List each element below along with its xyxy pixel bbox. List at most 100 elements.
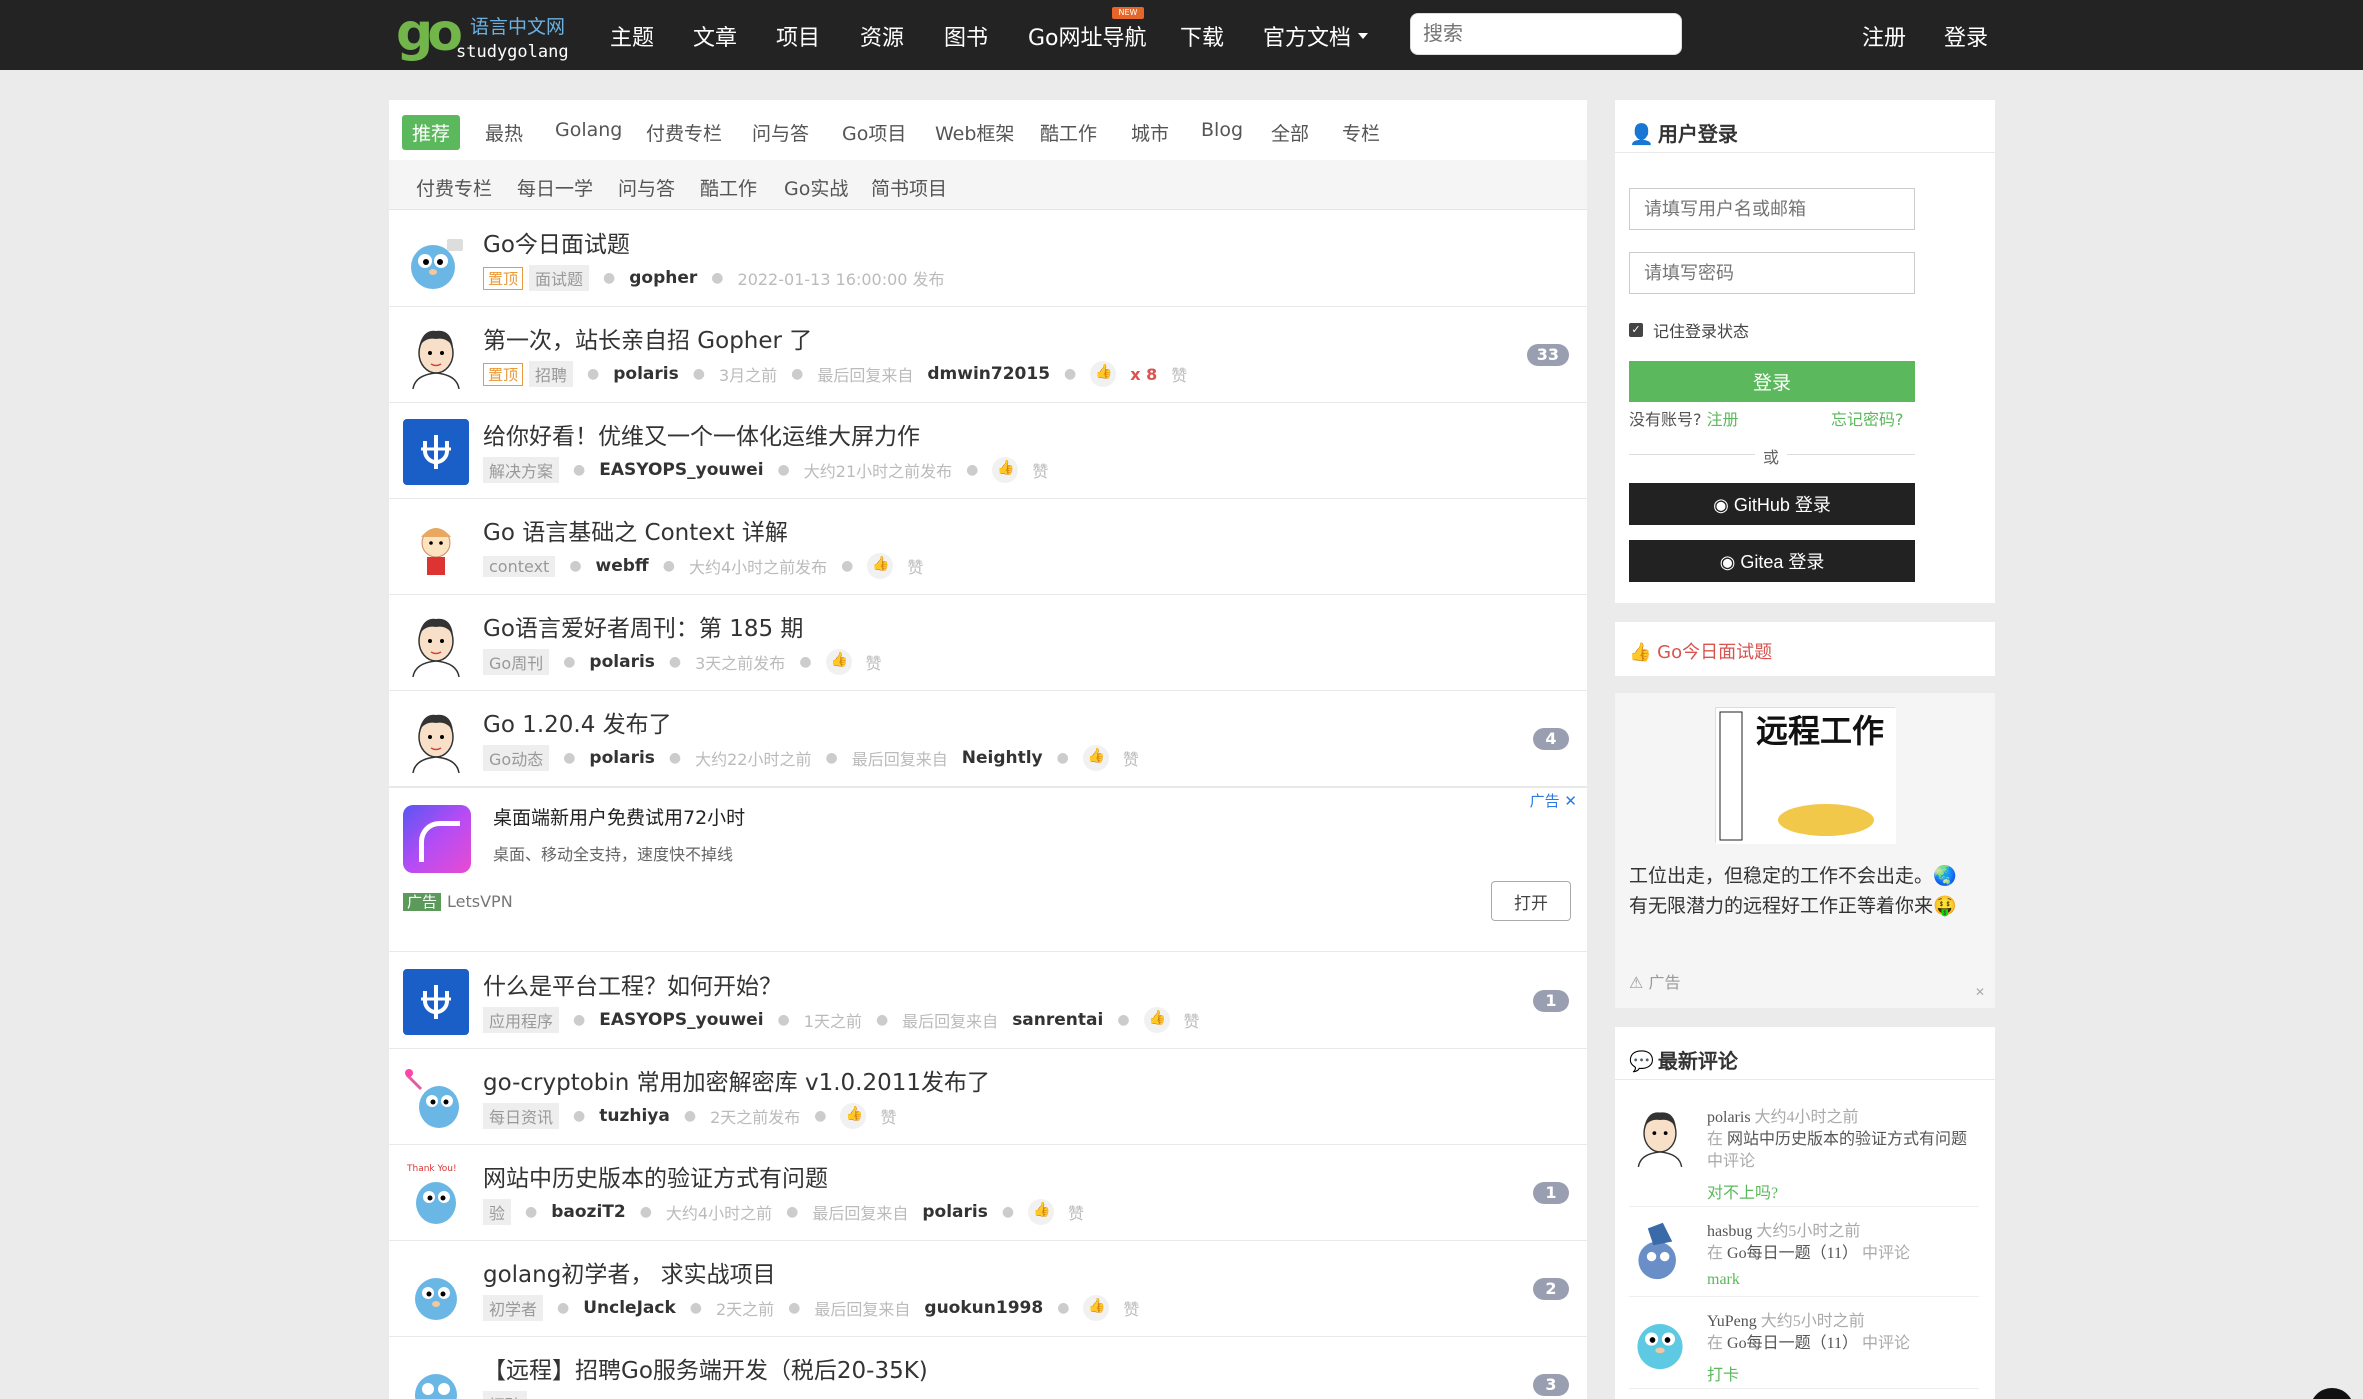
topic-author[interactable]: polaris — [589, 652, 654, 672]
topic-author[interactable]: UncleJack — [583, 1298, 676, 1318]
topic-tag[interactable]: 每日资讯 — [483, 1103, 560, 1129]
inline-ad[interactable]: 桌面端新用户免费试用72小时 桌面、移动全支持，速度快不掉线 广告 LetsVPN… — [389, 787, 1587, 952]
thumbs-up-icon[interactable] — [1090, 361, 1117, 387]
thumbs-up-icon[interactable] — [867, 553, 894, 579]
username-field[interactable] — [1629, 188, 1915, 230]
tab-all[interactable]: 全部 — [1271, 119, 1309, 146]
topic-title[interactable]: Go今日面试题 — [483, 225, 630, 259]
topic-author[interactable]: EASYOPS_youwei — [599, 1010, 763, 1030]
subtab-daily[interactable]: 每日一学 — [517, 174, 593, 201]
topic-row[interactable]: golang初学者， 求实战项目 初学者 ● UncleJack ● 2天之前 … — [389, 1241, 1587, 1337]
thumbs-up-icon[interactable] — [1143, 1007, 1170, 1033]
easyops-icon[interactable] — [403, 969, 469, 1035]
last-reply-user[interactable]: Neightly — [962, 748, 1043, 768]
forgot-password-link[interactable]: 忘记密码? — [1831, 406, 1904, 430]
nav-go-links[interactable]: Go网址导航 — [1028, 20, 1147, 52]
topic-author[interactable]: baoziT2 — [551, 1202, 625, 1222]
topic-row[interactable]: 给你好看！优维又一个一体化运维大屏力作 解决方案 ● EASYOPS_youwe… — [389, 403, 1587, 499]
comment-topic-link[interactable]: Go每日一题（11） — [1727, 1335, 1858, 1352]
nav-books[interactable]: 图书 — [944, 20, 988, 52]
tab-qa[interactable]: 问与答 — [752, 119, 809, 146]
remote-work-ad-image[interactable]: 远程工作 — [1715, 707, 1896, 844]
subtab-qa[interactable]: 问与答 — [618, 174, 675, 201]
topic-tag[interactable]: 应用程序 — [483, 1007, 560, 1033]
nav-official-docs[interactable]: 官方文档 — [1263, 20, 1351, 52]
nav-download[interactable]: 下载 — [1180, 20, 1224, 52]
last-reply-user[interactable]: guokun1998 — [924, 1298, 1043, 1318]
tab-web-frameworks[interactable]: Web框架 — [935, 119, 1014, 146]
topic-title[interactable]: Go语言爱好者周刊：第 185 期 — [483, 609, 803, 643]
comment-item[interactable]: hasbug 大约5小时之前 在 Go每日一题（11） 中评论 mark — [1629, 1207, 1979, 1297]
login-link[interactable]: 登录 — [1944, 20, 1988, 52]
topic-tag[interactable]: 面试题 — [529, 265, 590, 291]
topic-title[interactable]: Go 语言基础之 Context 详解 — [483, 513, 788, 547]
topic-author[interactable]: polaris — [613, 364, 678, 384]
tab-columns[interactable]: 专栏 — [1342, 119, 1380, 146]
thumbs-up-icon[interactable] — [992, 457, 1019, 483]
last-reply-user[interactable]: polaris — [922, 1202, 987, 1222]
tab-go-projects[interactable]: Go项目 — [842, 119, 906, 146]
ad-open-button[interactable]: 打开 — [1491, 881, 1571, 921]
site-logo[interactable]: go 语言中文网 studygolang — [396, 4, 576, 66]
comment-user[interactable]: polaris 大约4小时之前 — [1707, 1103, 1859, 1127]
thumbs-up-icon[interactable] — [1028, 1199, 1055, 1225]
gopher-icon[interactable] — [403, 1065, 469, 1131]
topic-author[interactable]: polaris — [589, 748, 654, 768]
github-login-button[interactable]: ◉ GitHub 登录 — [1629, 483, 1915, 525]
last-reply-user[interactable]: sanrentai — [1012, 1010, 1103, 1030]
topic-title[interactable]: 第一次，站长亲自招 Gopher 了 — [483, 321, 812, 355]
tab-jobs[interactable]: 酷工作 — [1040, 119, 1097, 146]
thumbs-up-icon[interactable] — [1082, 745, 1109, 771]
nav-projects[interactable]: 项目 — [776, 20, 820, 52]
register-link[interactable]: 注册 — [1707, 410, 1739, 429]
comment-topic-link[interactable]: 网站中历史版本的验证方式有问题 — [1727, 1131, 1967, 1148]
topic-row[interactable]: Go今日面试题 置顶 面试题 ● gopher ● 2022-01-13 16:… — [389, 211, 1587, 307]
thumbs-up-icon[interactable] — [1083, 1295, 1110, 1321]
easyops-icon[interactable] — [403, 419, 469, 485]
topic-tag[interactable]: context — [483, 555, 556, 577]
password-field[interactable] — [1629, 252, 1915, 294]
person-icon[interactable] — [403, 323, 469, 389]
gitea-login-button[interactable]: ◉ Gitea 登录 — [1629, 540, 1915, 582]
comment-item[interactable]: YuPeng 大约5小时之前 在 Go每日一题（11） 中评论 打卡 — [1629, 1297, 1979, 1389]
subtab-go-practice[interactable]: Go实战 — [784, 174, 848, 201]
thumbs-up-icon[interactable] — [840, 1103, 867, 1129]
tab-hot[interactable]: 最热 — [485, 119, 523, 146]
topic-author[interactable]: webff — [596, 556, 649, 576]
person-icon[interactable] — [403, 707, 469, 773]
subtab-jianshu[interactable]: 简书项目 — [871, 174, 947, 201]
topic-tag[interactable]: 验 — [483, 1199, 512, 1225]
topic-tag[interactable]: Go周刊 — [483, 649, 550, 675]
login-button[interactable]: 登录 — [1629, 361, 1915, 402]
gopher-icon[interactable] — [1629, 1219, 1691, 1281]
topic-row[interactable]: 第一次，站长亲自招 Gopher 了 置顶 招聘 ● polaris ● 3月之… — [389, 307, 1587, 403]
cartoon-icon[interactable] — [403, 515, 469, 581]
topic-row[interactable]: go-cryptobin 常用加密解密库 v1.0.2011发布了 每日资讯 ●… — [389, 1049, 1587, 1145]
person-icon[interactable] — [1629, 1105, 1691, 1167]
nav-articles[interactable]: 文章 — [693, 20, 737, 52]
last-reply-user[interactable]: dmwin72015 — [927, 364, 1050, 384]
ad-title[interactable]: 桌面端新用户免费试用72小时 — [493, 803, 745, 830]
tab-paid[interactable]: 付费专栏 — [646, 119, 722, 146]
gopher-icon[interactable]: Thank You! — [403, 1161, 469, 1227]
topic-title[interactable]: go-cryptobin 常用加密解密库 v1.0.2011发布了 — [483, 1063, 990, 1097]
comment-user[interactable]: YuPeng 大约5小时之前 — [1707, 1307, 1865, 1331]
topic-tag[interactable]: 招聘 — [529, 361, 574, 387]
nav-topics[interactable]: 主题 — [610, 20, 654, 52]
topic-title[interactable]: 什么是平台工程？如何开始？ — [483, 967, 782, 1001]
comment-body[interactable]: 对不上吗? — [1707, 1179, 1778, 1203]
nav-resources[interactable]: 资源 — [860, 20, 904, 52]
remember-checkbox[interactable]: ✓ 记住登录状态 — [1629, 318, 1749, 342]
tab-golang[interactable]: Golang — [555, 119, 622, 141]
tab-city[interactable]: 城市 — [1131, 119, 1169, 146]
daily-question-link[interactable]: 👍 Go今日面试题 — [1629, 638, 1772, 664]
thumbs-up-icon[interactable] — [825, 649, 852, 675]
topic-author[interactable]: tuzhiya — [599, 1106, 670, 1126]
subtab-jobs[interactable]: 酷工作 — [700, 174, 757, 201]
tab-recommend[interactable]: 推荐 — [402, 115, 461, 150]
topic-author[interactable]: gopher — [629, 268, 697, 288]
topic-tag[interactable]: Go动态 — [483, 745, 550, 771]
topic-title[interactable]: 给你好看！优维又一个一体化运维大屏力作 — [483, 417, 920, 451]
subtab-paid[interactable]: 付费专栏 — [416, 174, 492, 201]
comment-topic-link[interactable]: Go每日一题（11） — [1727, 1245, 1858, 1262]
